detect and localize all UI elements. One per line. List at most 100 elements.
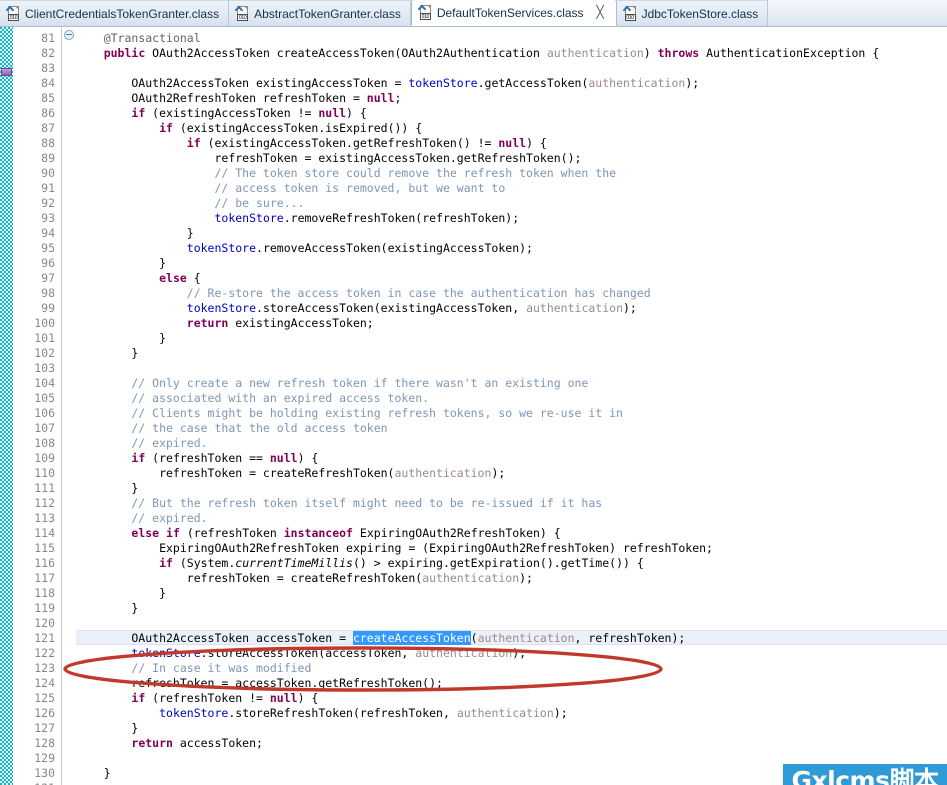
code-line[interactable]: // Only create a new refresh token if th…: [76, 376, 588, 391]
code-line[interactable]: }: [76, 226, 194, 241]
code-line[interactable]: }: [76, 601, 138, 616]
code-line[interactable]: else if (refreshToken instanceof Expirin…: [76, 526, 560, 541]
editor-tab-2[interactable]: 010 DefaultTokenServices.class ╳: [410, 0, 617, 26]
code-token: throws: [657, 46, 700, 60]
code-token: .removeAccessToken(existingAccessToken);: [256, 241, 533, 255]
code-line[interactable]: // The token store could remove the refr…: [76, 166, 616, 181]
code-line[interactable]: }: [76, 331, 166, 346]
code-token: // access token is removed, but we want …: [76, 181, 506, 195]
line-number: 118: [34, 586, 55, 600]
editor-tab-label: ClientCredentialsTokenGranter.class: [25, 6, 220, 21]
code-line[interactable]: }: [76, 481, 138, 496]
code-token: }: [76, 586, 167, 600]
code-token: .storeAccessToken(accessToken,: [200, 646, 416, 660]
code-line[interactable]: public OAuth2AccessToken createAccessTok…: [76, 46, 879, 61]
line-number: 130: [34, 766, 55, 780]
code-token: (refreshToken !=: [145, 691, 270, 705]
code-line[interactable]: if (existingAccessToken.isExpired()) {: [76, 121, 422, 136]
code-token: // be sure...: [76, 196, 305, 210]
code-line[interactable]: if (System.currentTimeMillis() > expirin…: [76, 556, 644, 571]
close-icon[interactable]: ╳: [594, 6, 607, 19]
code-line[interactable]: if (refreshToken == null) {: [76, 451, 318, 466]
editor-tab-bar: 010 ClientCredentialsTokenGranter.class 01…: [0, 0, 947, 27]
code-token: (: [470, 631, 478, 645]
code-line[interactable]: tokenStore.removeRefreshToken(refreshTok…: [76, 211, 519, 226]
line-number: 114: [34, 526, 55, 540]
code-line[interactable]: refreshToken = createRefreshToken(authen…: [76, 571, 533, 586]
code-folding-ruler[interactable]: [62, 27, 76, 785]
line-number: 117: [34, 571, 55, 585]
line-number: 104: [34, 376, 55, 390]
line-number: 105: [34, 391, 55, 405]
code-line[interactable]: if (existingAccessToken != null) {: [76, 106, 366, 121]
code-line[interactable]: // expired.: [76, 511, 207, 526]
code-token: AuthenticationException {: [699, 46, 880, 60]
code-line[interactable]: @Transactional: [76, 31, 201, 46]
line-number: 119: [34, 601, 55, 615]
line-number: 112: [34, 496, 55, 510]
code-line[interactable]: tokenStore.storeRefreshToken(refreshToke…: [76, 706, 568, 721]
line-number: 100: [34, 316, 55, 330]
code-line[interactable]: refreshToken = createRefreshToken(authen…: [76, 466, 505, 481]
code-line[interactable]: // expired.: [76, 436, 207, 451]
annotation-ruler[interactable]: [0, 27, 13, 785]
class-file-icon: 010: [5, 5, 20, 21]
code-line[interactable]: else {: [76, 271, 201, 286]
code-line[interactable]: if (refreshToken != null) {: [76, 691, 318, 706]
code-line[interactable]: refreshToken = accessToken.getRefreshTok…: [76, 676, 443, 691]
code-line[interactable]: tokenStore.removeAccessToken(existingAcc…: [76, 241, 533, 256]
editor-tab-0[interactable]: 010 ClientCredentialsTokenGranter.class: [0, 0, 230, 26]
editor-tab-1[interactable]: 010 AbstractTokenGranter.class: [229, 0, 411, 26]
code-line[interactable]: // But the refresh token itself might ne…: [76, 496, 602, 511]
code-token: @Transactional: [103, 31, 201, 45]
line-number: 87: [41, 121, 55, 135]
code-line[interactable]: }: [76, 766, 111, 781]
code-line[interactable]: // In case it was modified: [76, 661, 311, 676]
fold-collapse-icon[interactable]: [64, 30, 74, 40]
code-line[interactable]: tokenStore.storeAccessToken(existingAcce…: [76, 301, 637, 316]
code-line[interactable]: return existingAccessToken;: [76, 316, 374, 331]
code-line[interactable]: OAuth2AccessToken accessToken = createAc…: [76, 631, 685, 646]
code-line[interactable]: // access token is removed, but we want …: [76, 181, 505, 196]
code-line[interactable]: refreshToken = existingAccessToken.getRe…: [76, 151, 581, 166]
line-number: 116: [34, 556, 55, 570]
code-line[interactable]: }: [76, 256, 166, 271]
code-line[interactable]: // Re-store the access token in case the…: [76, 286, 651, 301]
code-token: authentication: [456, 706, 554, 720]
code-line[interactable]: }: [76, 721, 138, 736]
line-number: 129: [34, 751, 55, 765]
code-line[interactable]: return accessToken;: [76, 736, 263, 751]
code-editor[interactable]: 81 82 83 84 85 86 87 88 89 90 91 92 93 94 95 96 97 98 99 10…: [0, 27, 947, 785]
selected-token[interactable]: createAccessToken: [352, 631, 471, 645]
code-line[interactable]: // Clients might be holding existing ref…: [76, 406, 623, 421]
code-token: if: [131, 451, 146, 465]
code-token: );: [512, 646, 527, 660]
code-line[interactable]: }: [76, 586, 166, 601]
code-token: if: [131, 106, 146, 120]
code-line[interactable]: OAuth2AccessToken existingAccessToken = …: [76, 76, 699, 91]
code-line[interactable]: // be sure...: [76, 196, 304, 211]
code-token: () > expiring.getExpiration().getTime())…: [352, 556, 644, 570]
code-token: }: [76, 721, 139, 735]
code-line[interactable]: }: [76, 346, 138, 361]
line-number: 131: [34, 781, 55, 785]
line-number: 94: [41, 226, 55, 240]
code-line[interactable]: tokenStore.storeAccessToken(accessToken,…: [76, 646, 526, 661]
code-token: authentication: [526, 301, 623, 315]
code-line[interactable]: // associated with an expired access tok…: [76, 391, 429, 406]
editor-tab-3[interactable]: 010 JdbcTokenStore.class: [616, 0, 769, 26]
line-number: 125: [34, 691, 55, 705]
code-text-area[interactable]: @Transactional public OAuth2AccessToken …: [76, 27, 947, 785]
code-token: {: [186, 271, 201, 285]
code-token: );: [685, 76, 700, 90]
code-line[interactable]: // the case that the old access token: [76, 421, 387, 436]
code-line[interactable]: ExpiringOAuth2RefreshToken expiring = (E…: [76, 541, 713, 556]
code-line[interactable]: if (existingAccessToken.getRefreshToken(…: [76, 136, 547, 151]
code-line[interactable]: OAuth2RefreshToken refreshToken = null;: [76, 91, 401, 106]
annotation-marker-icon[interactable]: [1, 68, 12, 76]
